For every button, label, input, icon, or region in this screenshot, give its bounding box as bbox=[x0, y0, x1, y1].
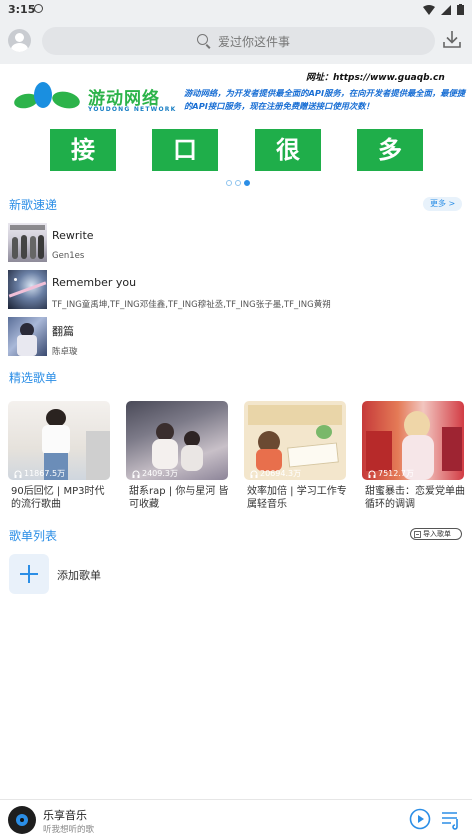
play-count-value: 20694.3万 bbox=[260, 469, 302, 478]
battery-icon bbox=[457, 4, 464, 15]
song-artist: Gen1es bbox=[52, 251, 85, 261]
song-item[interactable]: 翻篇 陈卓璇 bbox=[8, 317, 468, 359]
player-title: 乐享音乐 bbox=[43, 809, 87, 822]
playlist-title: 甜系rap | 你与星河 皆可收藏 bbox=[129, 486, 229, 510]
song-cover bbox=[8, 317, 47, 356]
song-artist: 陈卓璇 bbox=[52, 347, 78, 357]
play-count: 20694.3万 bbox=[250, 468, 301, 479]
song-artist: TF_ING童禹坤,TF_ING邓佳鑫,TF_ING穆祉丞,TF_ING张子墨,… bbox=[52, 300, 331, 310]
top-bar: 爱过你这件事 bbox=[0, 20, 472, 64]
featured-title: 精选歌单 bbox=[9, 371, 58, 385]
add-playlist-label[interactable]: 添加歌单 bbox=[57, 567, 101, 583]
song-cover bbox=[8, 270, 47, 309]
playlist-card[interactable]: 2409.3万 甜系rap | 你与星河 皆可收藏 bbox=[126, 401, 229, 516]
headphones-icon bbox=[368, 470, 376, 478]
play-count-value: 7512.7万 bbox=[378, 469, 414, 478]
banner-char: 多 bbox=[357, 129, 423, 171]
status-bar: 3:15 bbox=[0, 0, 472, 20]
playlist-title: 甜蜜暴击：恋爱党单曲循环的调调 bbox=[365, 486, 465, 510]
more-button[interactable]: 更多 > bbox=[423, 197, 462, 211]
promo-banner[interactable]: 游动网络 YOUDONG NETWORK 网址：https://www.guaq… bbox=[0, 64, 472, 194]
play-count: 2409.3万 bbox=[132, 468, 178, 479]
playlist-queue-icon[interactable] bbox=[440, 809, 462, 831]
site-url: 网址：https://www.guaqb.cn bbox=[306, 73, 445, 83]
signal-icon bbox=[441, 4, 451, 15]
album-disc[interactable] bbox=[8, 806, 36, 834]
notification-icon bbox=[34, 4, 43, 13]
search-placeholder: 爱过你这件事 bbox=[218, 35, 291, 49]
playlist-card[interactable]: 11867.5万 90后回忆 | MP3时代的流行歌曲 bbox=[8, 401, 110, 516]
banner-char: 接 bbox=[50, 129, 116, 171]
play-count: 7512.7万 bbox=[368, 468, 414, 479]
play-count-value: 11867.5万 bbox=[24, 469, 66, 478]
banner-char: 很 bbox=[255, 129, 321, 171]
song-item[interactable]: Rewrite Gen1es bbox=[8, 223, 468, 265]
carousel-dot[interactable] bbox=[235, 180, 241, 186]
download-icon[interactable] bbox=[442, 29, 462, 49]
headphones-icon bbox=[14, 470, 22, 478]
playlist-card[interactable]: 7512.7万 甜蜜暴击：恋爱党单曲循环的调调 bbox=[362, 401, 465, 516]
song-title: Remember you bbox=[52, 276, 137, 289]
status-time: 3:15 bbox=[8, 3, 36, 16]
headphones-icon bbox=[250, 470, 258, 478]
song-title: 翻篇 bbox=[52, 325, 74, 338]
carousel-dot[interactable] bbox=[226, 180, 232, 186]
mini-player[interactable]: 乐享音乐 听我想听的歌 bbox=[0, 799, 472, 839]
search-icon bbox=[197, 34, 208, 45]
headphones-icon bbox=[132, 470, 140, 478]
new-songs-title: 新歌速递 bbox=[9, 198, 58, 212]
brand-english: YOUDONG NETWORK bbox=[88, 106, 177, 113]
status-icons bbox=[423, 4, 464, 15]
search-bar[interactable]: 爱过你这件事 bbox=[42, 27, 435, 55]
import-playlist-button[interactable]: 导入歌单 bbox=[410, 528, 462, 540]
play-count-value: 2409.3万 bbox=[142, 469, 178, 478]
carousel-dots[interactable] bbox=[226, 180, 250, 186]
import-icon bbox=[414, 531, 421, 538]
avatar[interactable] bbox=[8, 29, 31, 52]
player-subtitle: 听我想听的歌 bbox=[43, 825, 95, 835]
play-count: 11867.5万 bbox=[14, 468, 65, 479]
import-playlist-label: 导入歌单 bbox=[423, 530, 451, 538]
carousel-dot-active[interactable] bbox=[244, 180, 250, 186]
banner-char: 口 bbox=[152, 129, 218, 171]
play-icon[interactable] bbox=[409, 808, 431, 830]
add-playlist-button[interactable] bbox=[9, 554, 49, 594]
banner-description: 游动网络，为开发者提供最全面的API服务，在向开发者提供最全面，最便捷的API接… bbox=[184, 88, 466, 111]
playlist-title: 90后回忆 | MP3时代的流行歌曲 bbox=[11, 486, 105, 510]
wifi-icon bbox=[423, 4, 435, 15]
song-item[interactable]: Remember you TF_ING童禹坤,TF_ING邓佳鑫,TF_ING穆… bbox=[8, 270, 468, 312]
playlist-title: 效率加倍 | 学习工作专属轻音乐 bbox=[247, 486, 347, 510]
banner-chars: 接 口 很 多 bbox=[0, 129, 472, 171]
playlists-title: 歌单列表 bbox=[9, 529, 58, 543]
playlist-card[interactable]: 20694.3万 效率加倍 | 学习工作专属轻音乐 bbox=[244, 401, 347, 516]
song-cover bbox=[8, 223, 47, 262]
song-title: Rewrite bbox=[52, 229, 94, 242]
